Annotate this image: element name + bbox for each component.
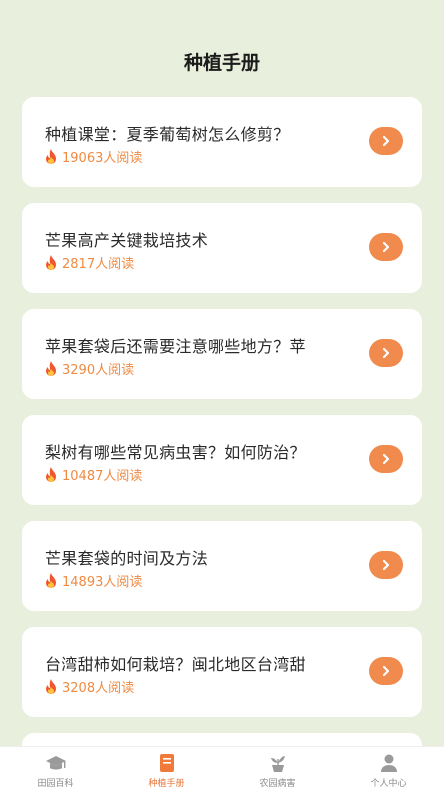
chevron-right-icon	[382, 347, 390, 359]
plant-pot-icon	[270, 756, 285, 772]
article-card[interactable]: 种植课堂：夏季葡萄树怎么修剪？ 19063人阅读	[22, 97, 422, 187]
fire-icon	[46, 148, 56, 164]
person-icon	[380, 754, 397, 772]
read-count: 14893人阅读	[44, 571, 142, 590]
chevron-right-icon	[382, 665, 390, 677]
read-count: 10487人阅读	[44, 465, 142, 484]
graduation-cap-icon	[45, 756, 66, 770]
chevron-right-icon	[382, 453, 390, 465]
article-card[interactable]: 台湾甜柿如何栽培？闽北地区台湾甜 3208人阅读	[22, 627, 422, 717]
read-count: 19063人阅读	[44, 147, 142, 166]
article-card[interactable]: 苹果套袋后还需要注意哪些地方？苹 3290人阅读	[22, 309, 422, 399]
read-count: 3290人阅读	[44, 359, 134, 378]
tab-label: 个人中心	[370, 779, 407, 789]
article-title: 梨树有哪些常见病虫害？如何防治？	[45, 443, 306, 462]
chevron-right-icon	[382, 241, 390, 253]
article-title: 种植课堂：夏季葡萄树怎么修剪？	[45, 125, 290, 144]
chevron-right-icon	[382, 135, 390, 147]
article-title: 台湾甜柿如何栽培？闽北地区台湾甜	[45, 655, 306, 674]
open-article-button[interactable]	[369, 339, 403, 367]
tab-garden-diseases[interactable]: 农园病害	[228, 747, 328, 794]
fire-icon	[46, 254, 56, 270]
open-article-button[interactable]	[369, 233, 403, 261]
read-count-text: 19063人阅读	[62, 151, 143, 166]
article-title: 苹果套袋后还需要注意哪些地方？苹	[45, 337, 306, 356]
article-card[interactable]: 芒果高产关键栽培技术 2817人阅读	[22, 203, 422, 293]
tab-label: 农园病害	[259, 779, 296, 789]
open-article-button[interactable]	[369, 551, 403, 579]
fire-icon	[46, 572, 56, 588]
bottom-tab-bar: 田园百科 种植手册 农园病害 个人中心	[0, 746, 444, 794]
tab-label: 田园百科	[37, 779, 74, 789]
open-article-button[interactable]	[369, 127, 403, 155]
read-count-text: 10487人阅读	[62, 469, 143, 484]
read-count: 3208人阅读	[44, 677, 134, 696]
article-list: 种植课堂：夏季葡萄树怎么修剪？ 19063人阅读 芒果高产关键栽培技术 2817…	[22, 97, 422, 789]
tab-label: 种植手册	[148, 779, 185, 789]
open-article-button[interactable]	[369, 657, 403, 685]
page-title: 种植手册	[183, 52, 260, 74]
read-count-text: 2817人阅读	[62, 257, 135, 272]
fire-icon	[46, 466, 56, 482]
fire-icon	[46, 360, 56, 376]
tab-profile[interactable]: 个人中心	[339, 747, 439, 794]
read-count-text: 3208人阅读	[62, 681, 135, 696]
fire-icon	[46, 678, 56, 694]
read-count-text: 3290人阅读	[62, 363, 135, 378]
tab-planting-manual[interactable]: 种植手册	[117, 747, 217, 794]
article-card[interactable]: 梨树有哪些常见病虫害？如何防治？ 10487人阅读	[22, 415, 422, 505]
article-card[interactable]: 芒果套袋的时间及方法 14893人阅读	[22, 521, 422, 611]
read-count: 2817人阅读	[44, 253, 134, 272]
chevron-right-icon	[382, 559, 390, 571]
article-title: 芒果高产关键栽培技术	[45, 231, 209, 250]
read-count-text: 14893人阅读	[62, 575, 143, 590]
article-title: 芒果套袋的时间及方法	[45, 549, 209, 568]
book-icon	[159, 754, 174, 772]
tab-encyclopedia[interactable]: 田园百科	[6, 747, 106, 794]
open-article-button[interactable]	[369, 445, 403, 473]
